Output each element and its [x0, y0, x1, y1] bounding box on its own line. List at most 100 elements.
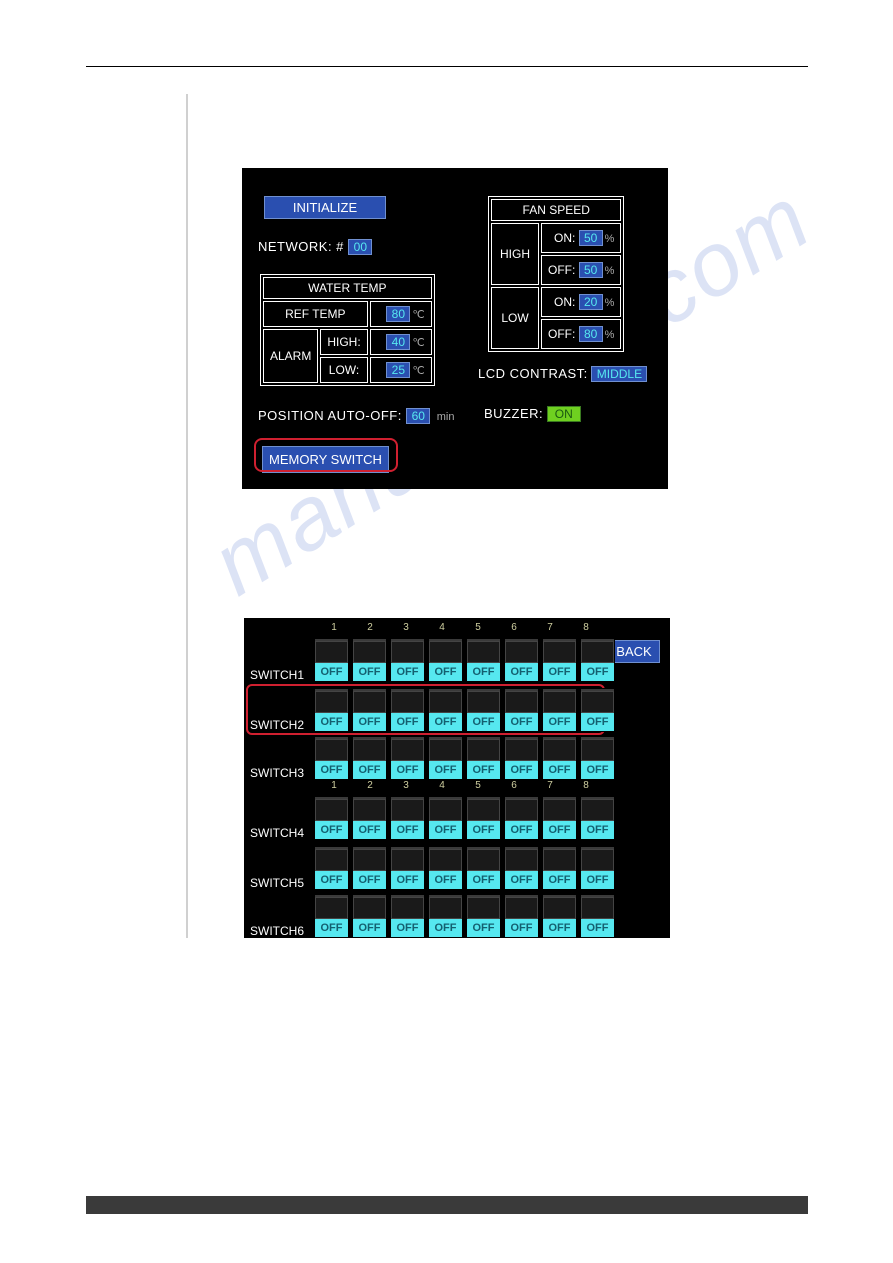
column-number: 3 — [388, 622, 424, 633]
switch-toggle[interactable]: OFF — [542, 846, 577, 890]
switch-toggle[interactable]: OFF — [314, 846, 349, 890]
switch-state: OFF — [467, 761, 500, 779]
lcd-contrast-label: LCD CONTRAST: — [478, 366, 588, 381]
switch-toggle[interactable]: OFF — [504, 796, 539, 840]
switch-indicator — [581, 641, 614, 663]
switch-toggle[interactable]: OFF — [314, 688, 349, 732]
switch-toggle[interactable]: OFF — [542, 736, 577, 780]
switch-toggle[interactable]: OFF — [542, 638, 577, 682]
switch-toggle[interactable]: OFF — [314, 796, 349, 840]
switch-toggle[interactable]: OFF — [352, 846, 387, 890]
switch-indicator — [353, 739, 386, 761]
initialize-button[interactable]: INITIALIZE — [264, 196, 386, 219]
switch-toggle[interactable]: OFF — [580, 796, 615, 840]
fan-unit: % — [605, 297, 615, 309]
switch-toggle[interactable]: OFF — [580, 688, 615, 732]
switch-toggle[interactable]: OFF — [428, 638, 463, 682]
switch-toggle[interactable]: OFF — [390, 688, 425, 732]
switch-toggle[interactable]: OFF — [352, 796, 387, 840]
fan-unit: % — [605, 329, 615, 341]
switch-toggle[interactable]: OFF — [428, 894, 463, 938]
switch-toggle[interactable]: OFF — [504, 894, 539, 938]
switch-indicator — [429, 897, 462, 919]
switch-indicator — [391, 897, 424, 919]
switch-toggle[interactable]: OFF — [390, 846, 425, 890]
switch-toggle[interactable]: OFF — [390, 638, 425, 682]
lcd-contrast-value[interactable]: MIDDLE — [591, 366, 647, 382]
alarm-low-value[interactable]: 25 — [386, 362, 410, 378]
network-value[interactable]: 00 — [348, 239, 372, 255]
switch-toggle[interactable]: OFF — [542, 796, 577, 840]
switch-state: OFF — [543, 871, 576, 889]
switch-toggle[interactable]: OFF — [504, 736, 539, 780]
position-auto-off-value[interactable]: 60 — [406, 408, 430, 424]
switch-toggle[interactable]: OFF — [466, 638, 501, 682]
switch-state: OFF — [429, 713, 462, 731]
switch-toggle[interactable]: OFF — [314, 736, 349, 780]
ref-temp-label: REF TEMP — [263, 301, 368, 327]
buzzer-value[interactable]: ON — [547, 406, 581, 422]
switch-toggle[interactable]: OFF — [542, 688, 577, 732]
switch-indicator — [505, 799, 538, 821]
position-auto-off-label: POSITION AUTO-OFF: — [258, 408, 402, 423]
switch-toggle[interactable]: OFF — [352, 736, 387, 780]
switch-toggle[interactable]: OFF — [504, 846, 539, 890]
alarm-high-label: HIGH: — [320, 329, 367, 355]
switch-toggle[interactable]: OFF — [314, 894, 349, 938]
footer-bar — [86, 1196, 808, 1214]
fan-low-off-value[interactable]: 80 — [579, 326, 603, 342]
switch-toggle[interactable]: OFF — [504, 688, 539, 732]
column-number: 8 — [568, 622, 604, 633]
ref-temp-value[interactable]: 80 — [386, 306, 410, 322]
switch-toggle[interactable]: OFF — [466, 796, 501, 840]
switch-toggle[interactable]: OFF — [580, 736, 615, 780]
position-auto-off: POSITION AUTO-OFF: 60 min — [258, 407, 454, 425]
column-numbers-mid: 12345678 — [316, 780, 604, 791]
switch-toggle[interactable]: OFF — [504, 638, 539, 682]
switch-indicator — [315, 897, 348, 919]
switch-toggle[interactable]: OFF — [428, 796, 463, 840]
switch-toggle[interactable]: OFF — [466, 894, 501, 938]
fan-unit: % — [605, 265, 615, 277]
switch-state: OFF — [581, 919, 614, 937]
switch-indicator — [581, 739, 614, 761]
switch-indicator — [581, 799, 614, 821]
fan-high-off-value[interactable]: 50 — [579, 262, 603, 278]
switch-indicator — [467, 739, 500, 761]
switch-toggle[interactable]: OFF — [542, 894, 577, 938]
switch-indicator — [391, 691, 424, 713]
column-number: 6 — [496, 622, 532, 633]
network-field: NETWORK: # 00 — [258, 238, 372, 256]
switch-toggle[interactable]: OFF — [466, 846, 501, 890]
switch-indicator — [505, 849, 538, 871]
switch-toggle[interactable]: OFF — [466, 736, 501, 780]
switch-toggle[interactable]: OFF — [352, 894, 387, 938]
buzzer-label: BUZZER: — [484, 406, 543, 421]
switch-toggle[interactable]: OFF — [352, 688, 387, 732]
switch-toggle[interactable]: OFF — [390, 736, 425, 780]
switch-toggle[interactable]: OFF — [580, 638, 615, 682]
switch-state: OFF — [543, 919, 576, 937]
switch-state: OFF — [315, 919, 348, 937]
fan-high-on-value[interactable]: 50 — [579, 230, 603, 246]
switch-indicator — [467, 897, 500, 919]
top-rule — [86, 66, 808, 67]
switch-toggle[interactable]: OFF — [466, 688, 501, 732]
switch-toggle[interactable]: OFF — [390, 894, 425, 938]
switch-toggle[interactable]: OFF — [314, 638, 349, 682]
switch-row: SWITCH4OFFOFFOFFOFFOFFOFFOFFOFF — [250, 796, 618, 840]
fan-low-on-value[interactable]: 20 — [579, 294, 603, 310]
switch-indicator — [581, 849, 614, 871]
switch-toggle[interactable]: OFF — [580, 894, 615, 938]
switch-toggle[interactable]: OFF — [428, 846, 463, 890]
settings-panel: INITIALIZE NETWORK: # 00 WATER TEMP REF … — [242, 168, 668, 489]
switch-state: OFF — [505, 821, 538, 839]
switch-row-label: SWITCH5 — [250, 876, 314, 890]
alarm-high-value[interactable]: 40 — [386, 334, 410, 350]
switch-toggle[interactable]: OFF — [352, 638, 387, 682]
switch-toggle[interactable]: OFF — [390, 796, 425, 840]
switch-state: OFF — [581, 821, 614, 839]
switch-toggle[interactable]: OFF — [428, 736, 463, 780]
switch-toggle[interactable]: OFF — [580, 846, 615, 890]
switch-toggle[interactable]: OFF — [428, 688, 463, 732]
